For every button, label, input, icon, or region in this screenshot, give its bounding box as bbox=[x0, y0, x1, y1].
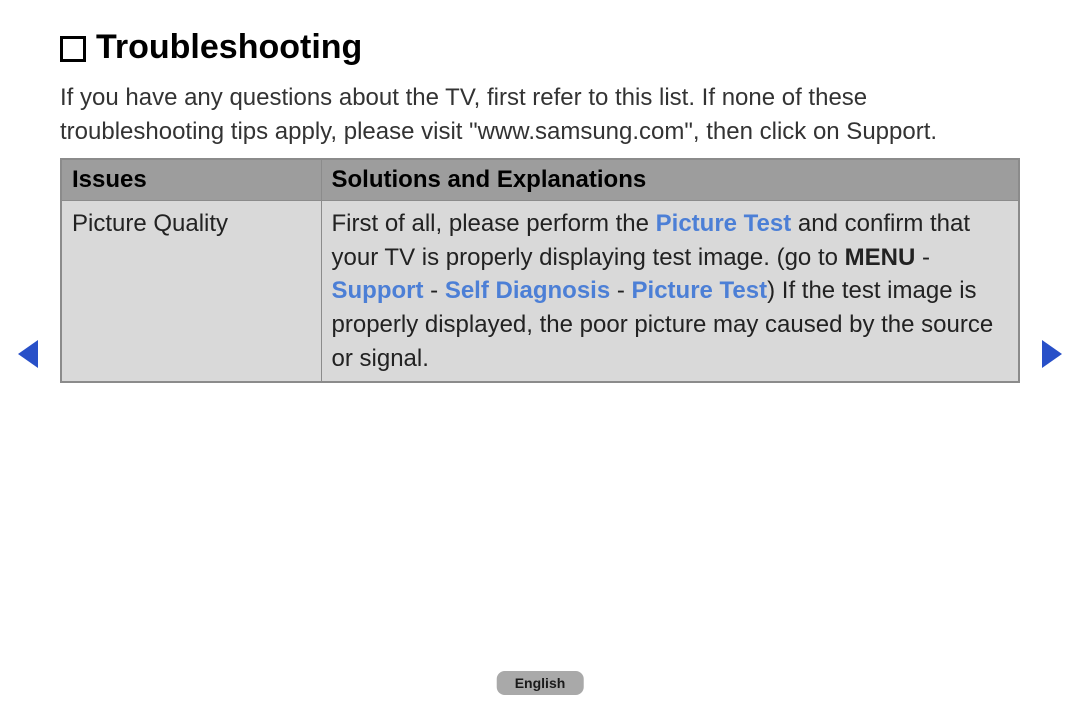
self-diagnosis-link: Self Diagnosis bbox=[445, 277, 610, 304]
menu-label: MENU bbox=[845, 244, 916, 271]
support-link: Support bbox=[332, 277, 424, 304]
troubleshooting-table: Issues Solutions and Explanations Pictur… bbox=[60, 158, 1020, 383]
header-solutions: Solutions and Explanations bbox=[321, 159, 1019, 201]
header-issues: Issues bbox=[61, 159, 321, 201]
picture-test-link: Picture Test bbox=[656, 210, 792, 237]
table-header-row: Issues Solutions and Explanations bbox=[61, 159, 1019, 201]
solution-text: - bbox=[915, 244, 930, 271]
solution-text: - bbox=[610, 277, 631, 304]
page-title: Troubleshooting bbox=[96, 28, 362, 67]
prev-page-arrow-icon[interactable] bbox=[18, 340, 38, 368]
heading-row: Troubleshooting bbox=[60, 28, 1020, 67]
language-badge: English bbox=[497, 671, 584, 695]
picture-test-link-2: Picture Test bbox=[632, 277, 768, 304]
next-page-arrow-icon[interactable] bbox=[1042, 340, 1062, 368]
checkbox-icon bbox=[60, 36, 86, 62]
table-row: Picture Quality First of all, please per… bbox=[61, 201, 1019, 382]
cell-issue: Picture Quality bbox=[61, 201, 321, 382]
intro-text: If you have any questions about the TV, … bbox=[60, 81, 1020, 148]
cell-solution: First of all, please perform the Picture… bbox=[321, 201, 1019, 382]
solution-text: - bbox=[423, 277, 444, 304]
solution-text: First of all, please perform the bbox=[332, 210, 656, 237]
